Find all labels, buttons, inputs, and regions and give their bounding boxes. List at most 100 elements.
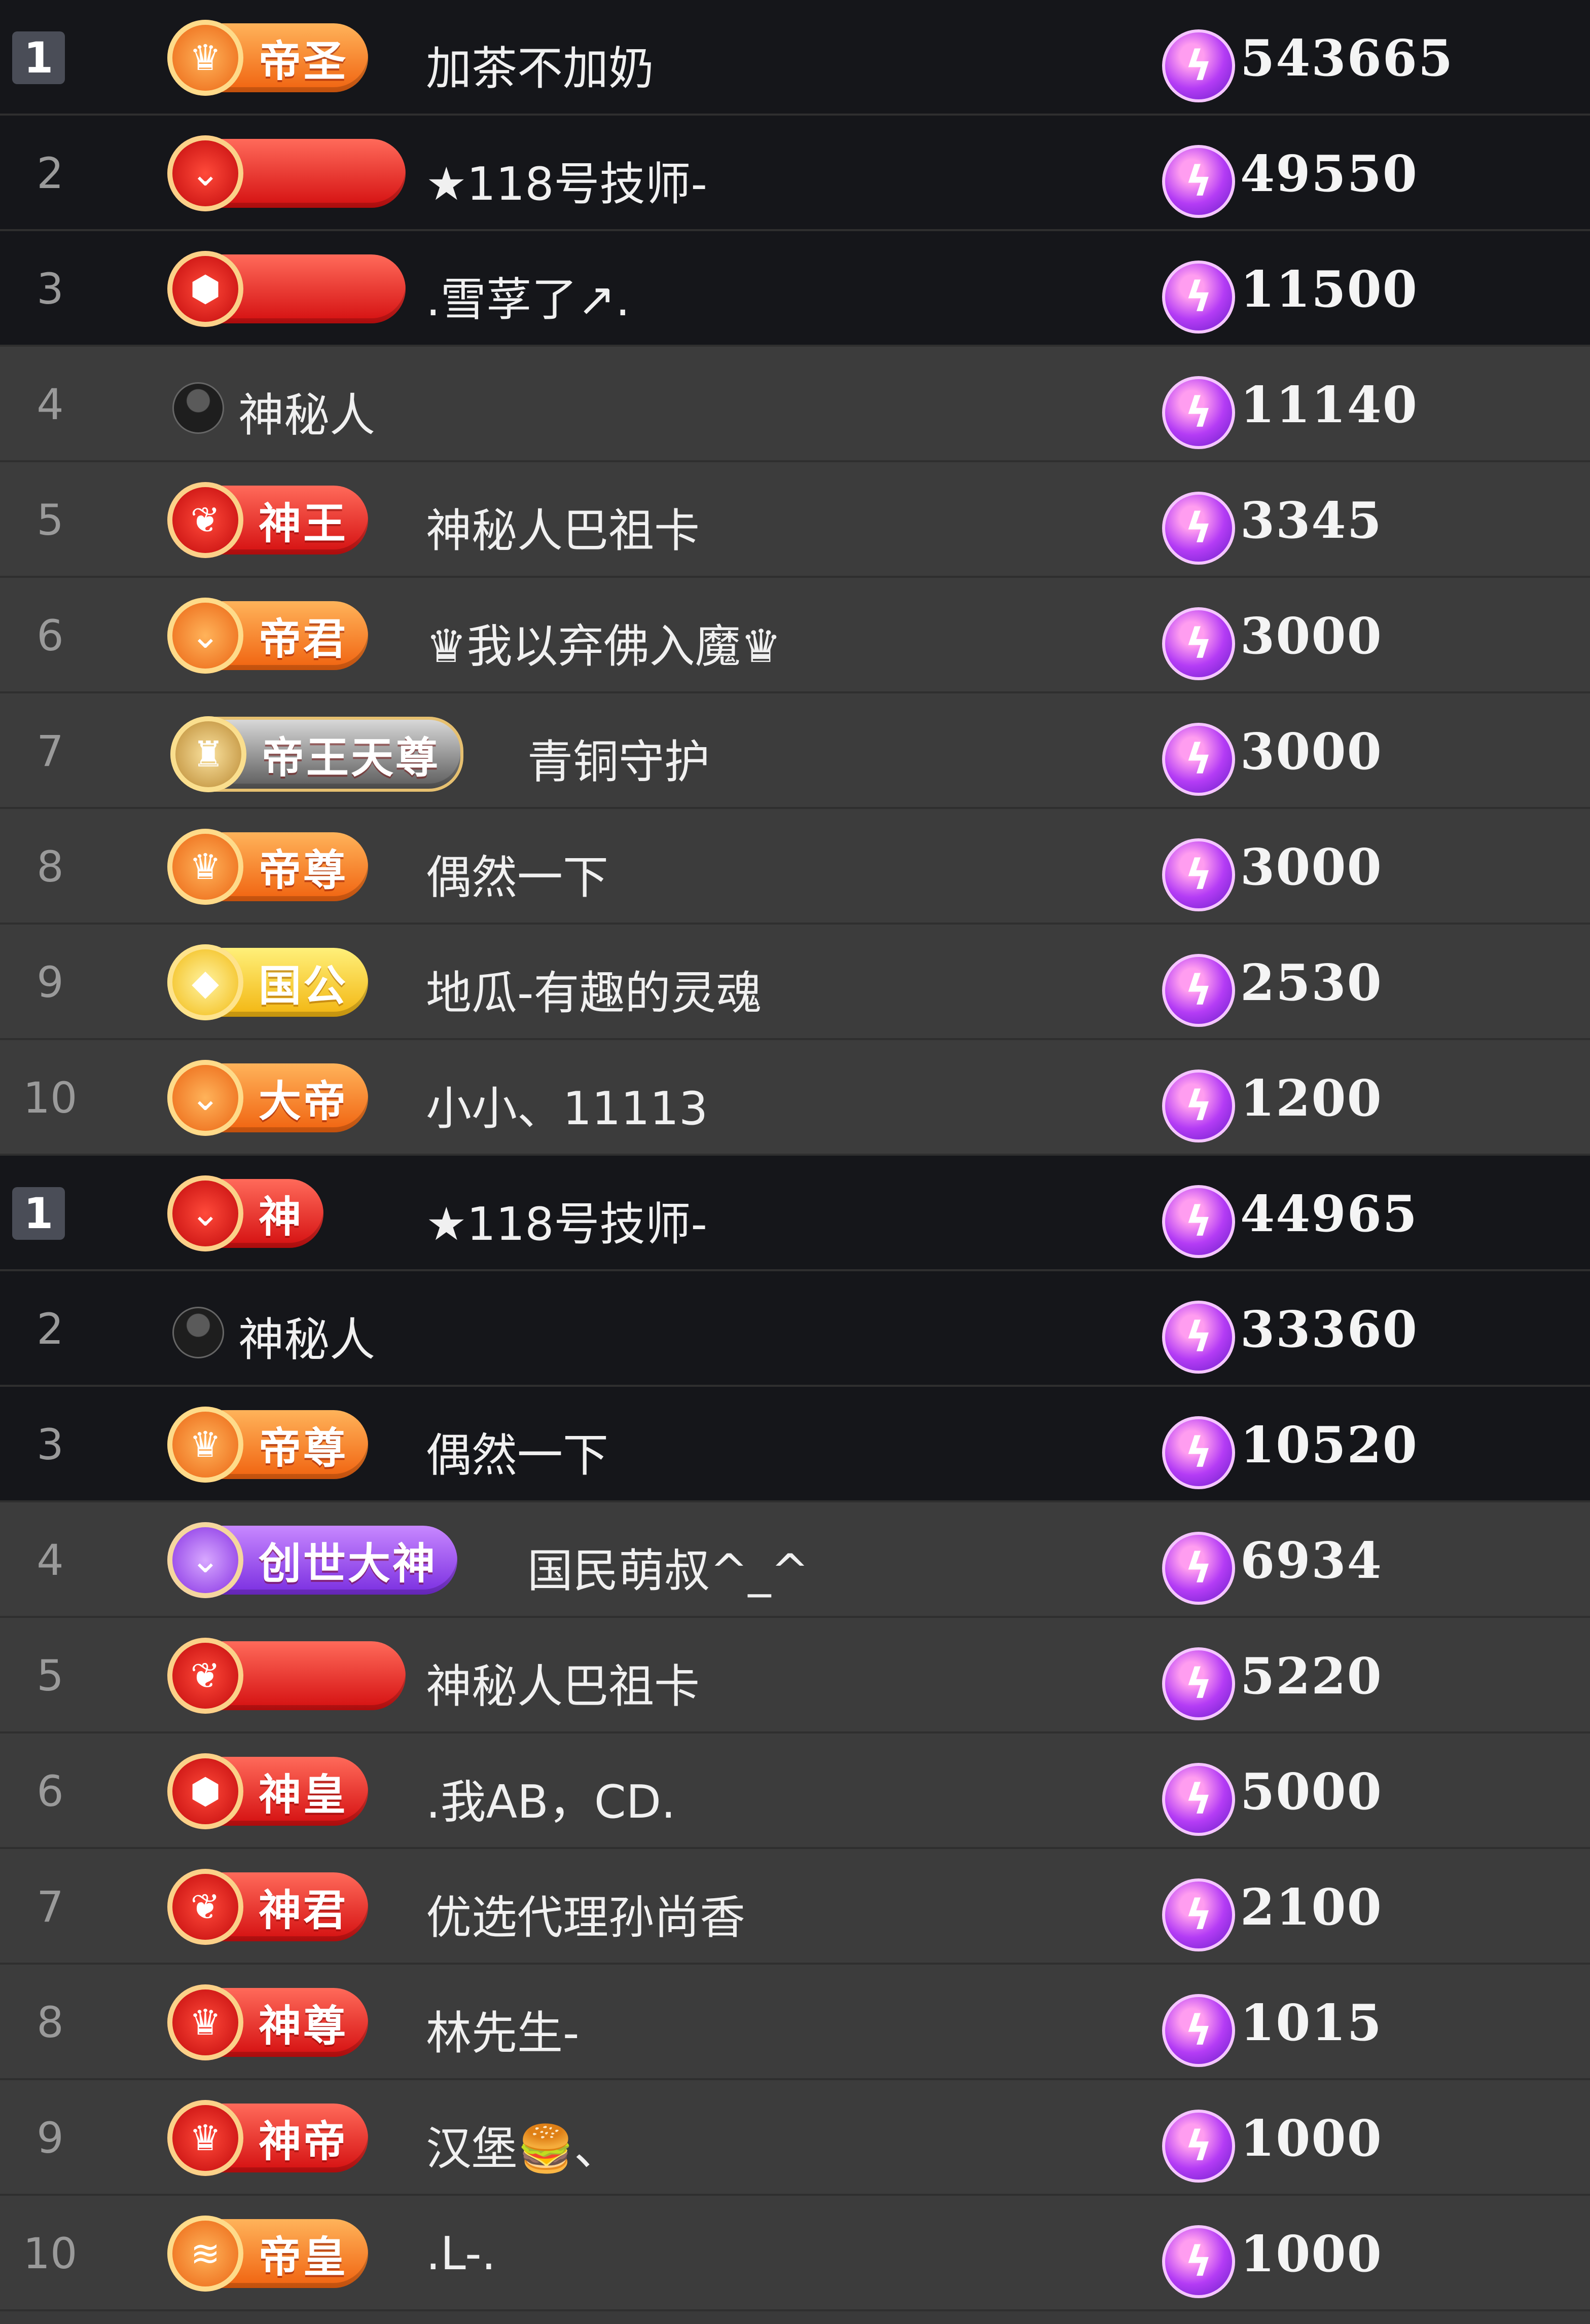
contribution-amount: 3000 — [1240, 723, 1383, 781]
leaderboard-row[interactable]: 1 ♛ 帝圣 加茶不加奶 ϟ 543665 — [0, 0, 1590, 116]
leaderboard-row[interactable]: 1 ⌄ 神 ★118号技师-ϟ 44965 — [0, 1156, 1590, 1271]
leaderboard-row[interactable]: 2 ⌄ ★118号技师-ϟ 49550 — [0, 116, 1590, 231]
contribution-amount: 543665 — [1240, 29, 1454, 88]
chevron-icon: ⌄ — [167, 598, 243, 674]
leaderboard-row[interactable]: 6 ⬢ 神皇 .我AB，CD. ϟ 5000 — [0, 1733, 1590, 1849]
leaderboard-row[interactable]: 8 ♛ 神尊 林先生-ϟ 1015 — [0, 1965, 1590, 2080]
rank-number: 10 — [23, 2229, 78, 2278]
user-name[interactable]: 汉堡🍔、 — [426, 2112, 620, 2178]
chevron-icon: ⌄ — [167, 1060, 243, 1136]
user-name[interactable]: 地瓜-有趣的灵魂 — [426, 956, 762, 1022]
crown-icon: ♛ — [167, 20, 243, 96]
lightning-coin-icon: ϟ — [1162, 1185, 1235, 1258]
leaderboard-row[interactable]: 10 ≋ 帝皇 .L-. ϟ 1000 — [0, 2196, 1590, 2311]
badge-label: 帝尊 — [259, 1423, 348, 1473]
user-name[interactable]: 偶然一下 — [426, 840, 608, 906]
lightning-coin-icon: ϟ — [1162, 1878, 1235, 1951]
rank-number: 3 — [37, 264, 64, 314]
user-name[interactable]: 神秘人 — [238, 1303, 375, 1369]
user-name[interactable]: ★118号技师- — [426, 147, 707, 213]
leaderboard-row[interactable]: 4 神秘人 ϟ 11140 — [0, 347, 1590, 462]
noble-badge: ⌄ 创世大神 — [167, 1522, 458, 1598]
user-name[interactable]: 青铜守护 — [527, 725, 710, 791]
noble-badge: ⌄ 帝君 — [167, 598, 369, 674]
user-name[interactable]: ★118号技师- — [426, 1187, 707, 1253]
contribution-amount: 3345 — [1240, 492, 1383, 550]
contribution-amount: 2530 — [1240, 954, 1383, 1012]
rank-number: 2 — [37, 149, 64, 198]
contribution-amount: 11140 — [1240, 376, 1418, 434]
user-name[interactable]: ♛我以弃佛入魔♛ — [426, 609, 781, 675]
lightning-coin-icon: ϟ — [1162, 1069, 1235, 1142]
noble-badge: ♛ 帝尊 — [167, 829, 369, 905]
lightning-coin-icon: ϟ — [1162, 607, 1235, 680]
noble-badge: ⬢ 神皇 — [167, 1753, 369, 1829]
user-name[interactable]: 国民萌叔^_^ — [527, 1534, 809, 1600]
chevron-icon: ⌄ — [167, 1522, 243, 1598]
noble-badge: ⌄ 大帝 — [167, 1060, 369, 1136]
user-name[interactable]: 偶然一下 — [426, 1418, 608, 1484]
leaderboard-row[interactable]: 2 神秘人 ϟ 33360 — [0, 1271, 1590, 1387]
user-name[interactable]: 优选代理孙尚香 — [426, 1880, 745, 1946]
wifi-icon: ≋ — [167, 2216, 243, 2292]
crown-icon: ♛ — [167, 2100, 243, 2176]
lightning-coin-icon: ϟ — [1162, 145, 1235, 218]
user-name[interactable]: .雪莩了↗. — [426, 263, 630, 328]
lightning-coin-icon: ϟ — [1162, 29, 1235, 102]
rank-number: 5 — [37, 495, 64, 545]
noble-badge: ≋ 帝皇 — [167, 2216, 369, 2292]
noble-badge: ❦ 神王 — [167, 482, 369, 558]
contribution-amount: 1000 — [1240, 2225, 1383, 2283]
chevron-icon: ⌄ — [167, 1175, 243, 1251]
leaderboard-row[interactable]: 9 ◆ 国公 地瓜-有趣的灵魂 ϟ 2530 — [0, 925, 1590, 1040]
leaderboard-section: 1 ♛ 帝圣 加茶不加奶 ϟ 543665 2 ⌄ ★118号技师-ϟ 49550 3 ⬢ .雪莩了↗.… — [0, 0, 1590, 1156]
badge-label: 帝君 — [259, 614, 348, 664]
contribution-amount: 1000 — [1240, 2110, 1383, 2168]
leaderboard-row[interactable]: 3 ⬢ .雪莩了↗. ϟ 11500 — [0, 231, 1590, 347]
user-name[interactable]: 神秘人巴祖卡 — [426, 1649, 700, 1715]
rank-number: 7 — [37, 726, 64, 776]
badge-label: 帝皇 — [259, 2232, 348, 2282]
leaderboard-row[interactable]: 7 ❦ 神君 优选代理孙尚香 ϟ 2100 — [0, 1849, 1590, 1965]
contribution-amount: 11500 — [1240, 261, 1418, 319]
noble-badge: ♛ 帝尊 — [167, 1407, 369, 1483]
badge-label: 大帝 — [259, 1076, 348, 1126]
user-name[interactable]: 神秘人巴祖卡 — [426, 494, 700, 560]
badge-label: 神君 — [259, 1885, 348, 1935]
leaderboard-row[interactable]: 5 ❦ 神秘人巴祖卡 ϟ 5220 — [0, 1618, 1590, 1733]
wings-icon: ❦ — [167, 482, 243, 558]
lightning-coin-icon: ϟ — [1162, 1994, 1235, 2067]
noble-badge: ⌄ 神 — [167, 1175, 324, 1251]
lightning-coin-icon: ϟ — [1162, 1416, 1235, 1489]
leaderboard-row[interactable]: 4 ⌄ 创世大神 国民萌叔^_^ ϟ 6934 — [0, 1502, 1590, 1618]
rank-number: 2 — [37, 1304, 64, 1354]
badge-label: 神尊 — [259, 2001, 348, 2051]
contribution-amount: 3000 — [1240, 838, 1383, 897]
contribution-amount: 5000 — [1240, 1763, 1383, 1821]
leaderboard-section: 1 ⌄ 神 ★118号技师-ϟ 44965 2 神秘人 ϟ 33360 3 ♛ 帝尊 偶然一下 ϟ 1052… — [0, 1156, 1590, 2311]
leaderboard-row[interactable]: 7 ♜ 帝王天尊 青铜守护 ϟ 3000 — [0, 693, 1590, 809]
badge-label: 帝王天尊 — [262, 732, 441, 783]
leaderboard-row[interactable]: 9 ♛ 神帝 汉堡🍔、 ϟ 1000 — [0, 2080, 1590, 2196]
leaderboard-row[interactable]: 10 ⌄ 大帝 小小、11113 ϟ 1200 — [0, 1040, 1590, 1156]
contribution-amount: 44965 — [1240, 1185, 1418, 1243]
contribution-amount: 5220 — [1240, 1647, 1383, 1706]
lightning-coin-icon: ϟ — [1162, 376, 1235, 449]
lightning-coin-icon: ϟ — [1162, 838, 1235, 911]
leaderboard-row[interactable]: 3 ♛ 帝尊 偶然一下 ϟ 10520 — [0, 1387, 1590, 1502]
lightning-coin-icon: ϟ — [1162, 1647, 1235, 1720]
user-name[interactable]: .我AB，CD. — [426, 1765, 676, 1831]
mystery-avatar-icon — [172, 382, 224, 434]
user-name[interactable]: .L-. — [426, 2227, 496, 2280]
diamond-icon: ◆ — [167, 944, 243, 1020]
user-name[interactable]: 加茶不加奶 — [426, 31, 654, 97]
wings-icon: ❦ — [167, 1869, 243, 1945]
crest-icon: ♜ — [170, 716, 246, 792]
user-name[interactable]: 神秘人 — [238, 378, 375, 444]
leaderboard-row[interactable]: 6 ⌄ 帝君 ♛我以弃佛入魔♛ ϟ 3000 — [0, 578, 1590, 693]
user-name[interactable]: 林先生- — [426, 1996, 579, 2062]
crown-icon: ♛ — [167, 829, 243, 905]
leaderboard-row[interactable]: 5 ❦ 神王 神秘人巴祖卡 ϟ 3345 — [0, 462, 1590, 578]
user-name[interactable]: 小小、11113 — [426, 1072, 708, 1137]
leaderboard-row[interactable]: 8 ♛ 帝尊 偶然一下 ϟ 3000 — [0, 809, 1590, 925]
